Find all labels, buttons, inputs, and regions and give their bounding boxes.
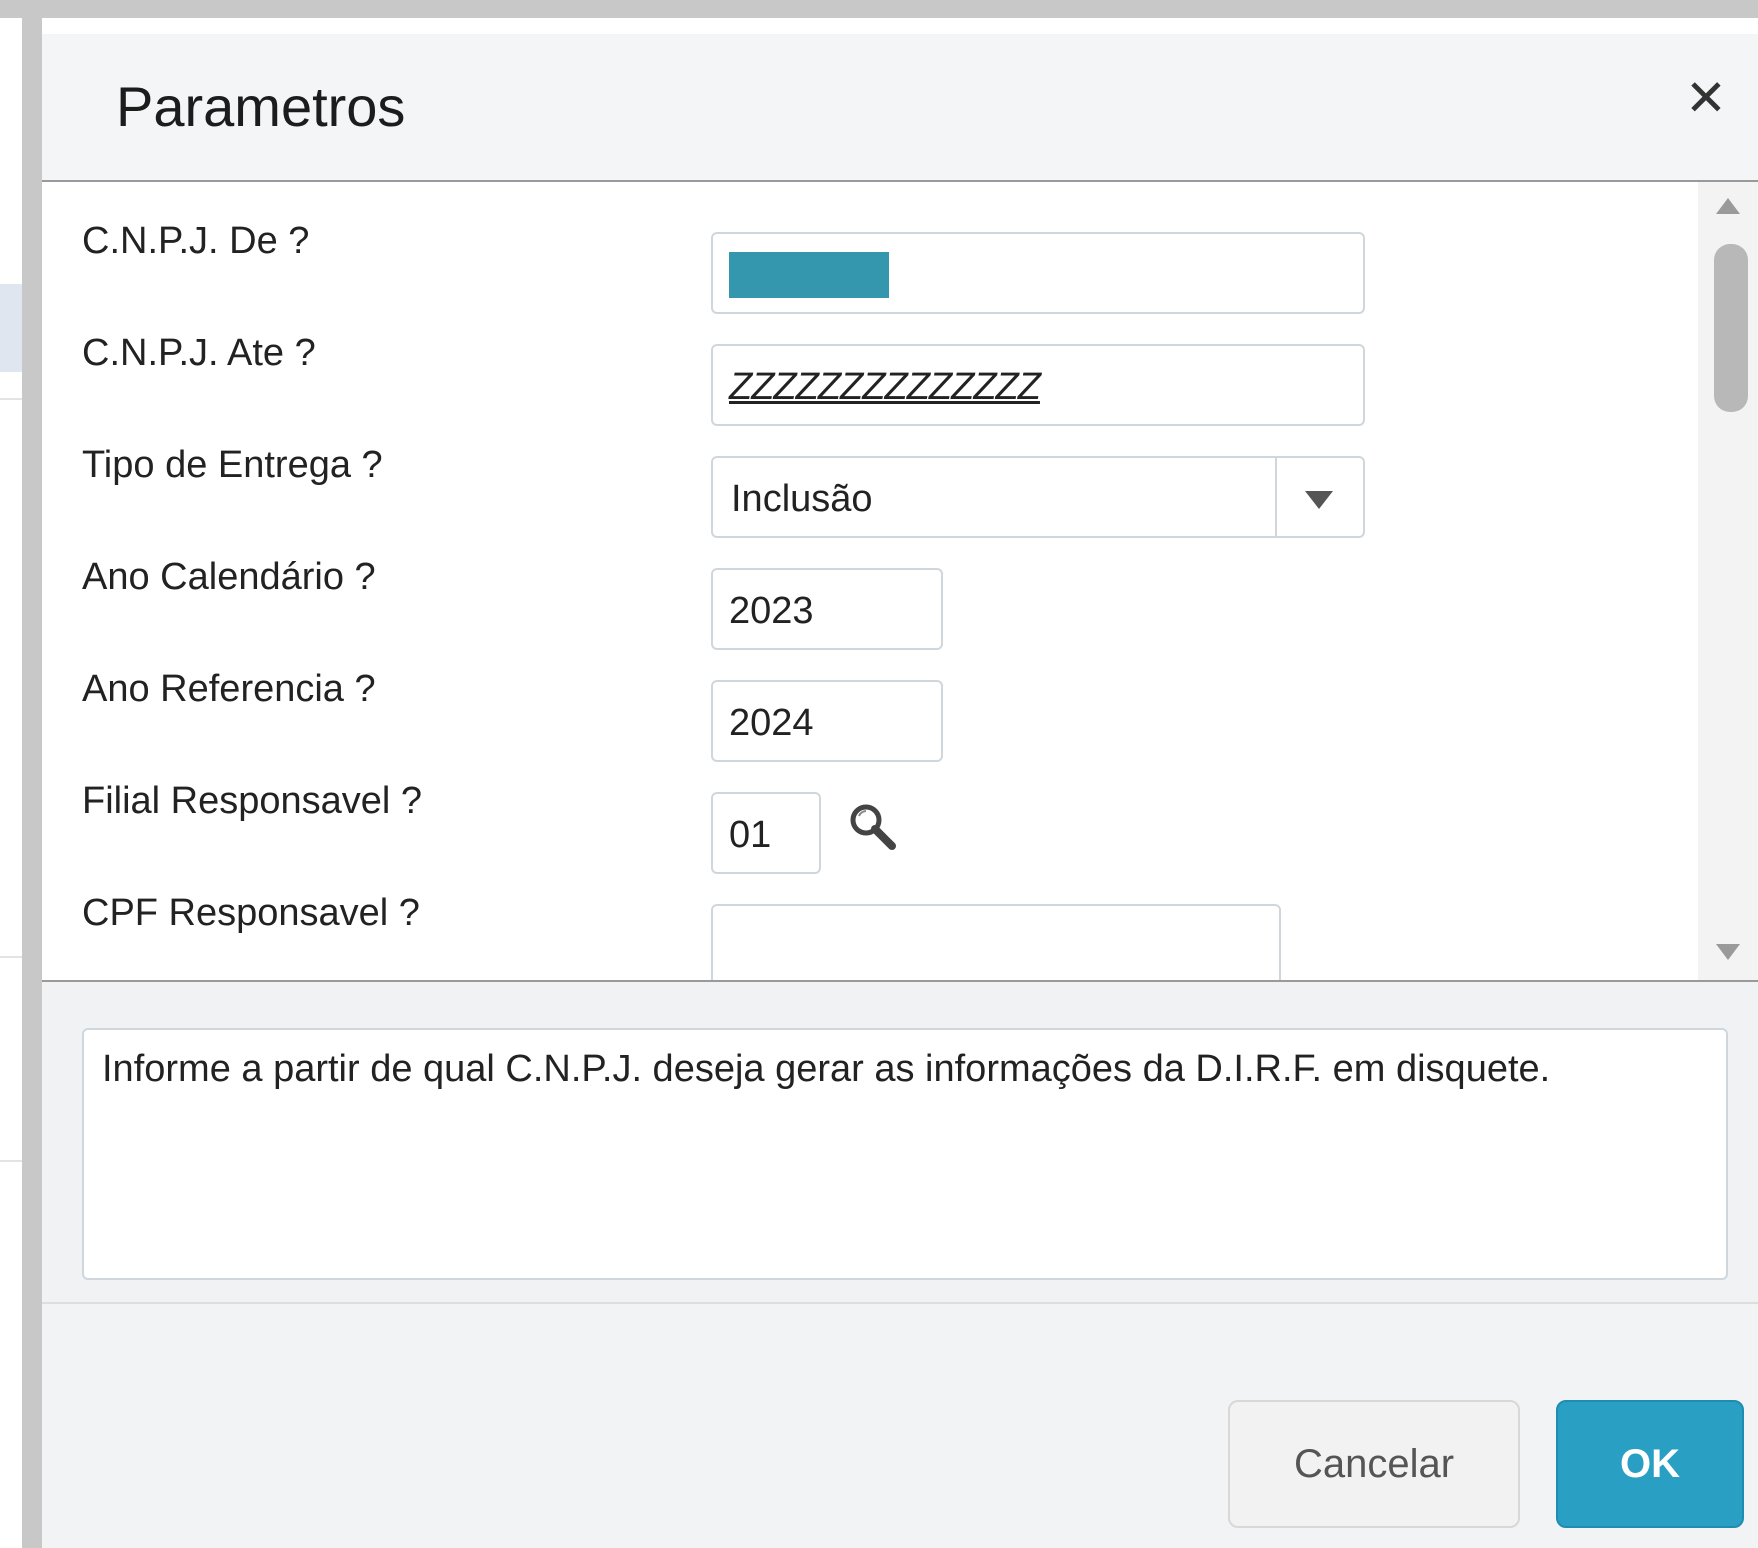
cancel-button[interactable]: Cancelar bbox=[1228, 1400, 1520, 1528]
scrollbar-thumb[interactable] bbox=[1714, 244, 1748, 412]
dialog-footer: Cancelar OK bbox=[42, 1302, 1758, 1548]
param-label: Tipo de Entrega ? bbox=[82, 444, 383, 486]
select-divider bbox=[1275, 458, 1277, 536]
filial-responsavel-input[interactable]: 01 bbox=[711, 792, 821, 874]
dialog-shadow-border bbox=[22, 18, 42, 1548]
param-row-cpf-responsavel: CPF Responsavel ? bbox=[42, 866, 1692, 980]
background-divider bbox=[0, 1160, 22, 1162]
cnpj-ate-input[interactable]: ZZZZZZZZZZZZZZ bbox=[711, 344, 1365, 426]
text-selection-highlight bbox=[729, 252, 889, 298]
parameters-list: C.N.P.J. De ? C.N.P.J. Ate ? ZZZZZZZZZZZ… bbox=[42, 182, 1758, 982]
help-textbox: Informe a partir de qual C.N.P.J. deseja… bbox=[82, 1028, 1728, 1280]
close-icon: ✕ bbox=[1685, 70, 1727, 126]
select-value: Inclusão bbox=[731, 478, 873, 520]
param-row-cnpj-ate: C.N.P.J. Ate ? ZZZZZZZZZZZZZZ bbox=[42, 306, 1692, 432]
dialog-title: Parametros bbox=[116, 75, 406, 138]
ano-calendario-input[interactable]: 2023 bbox=[711, 568, 943, 650]
param-label: Ano Calendário ? bbox=[82, 556, 376, 598]
background-divider bbox=[0, 956, 22, 958]
parametros-dialog: Parametros ✕ C.N.P.J. De ? C.N.P.J. Ate … bbox=[42, 34, 1758, 1548]
background-divider bbox=[0, 398, 22, 400]
help-text: Informe a partir de qual C.N.P.J. deseja… bbox=[102, 1048, 1551, 1090]
background-page bbox=[0, 18, 22, 1548]
close-button[interactable]: ✕ bbox=[1678, 70, 1734, 126]
param-label: Ano Referencia ? bbox=[82, 668, 376, 710]
vertical-scrollbar[interactable] bbox=[1698, 182, 1758, 980]
field-value: 2023 bbox=[729, 590, 814, 632]
param-label: CPF Responsavel ? bbox=[82, 892, 420, 934]
field-value: ZZZZZZZZZZZZZZ bbox=[729, 366, 1041, 408]
scroll-down-arrow-icon[interactable] bbox=[1716, 944, 1740, 960]
chevron-down-icon[interactable] bbox=[1305, 491, 1333, 509]
param-label: C.N.P.J. Ate ? bbox=[82, 332, 316, 374]
param-label: C.N.P.J. De ? bbox=[82, 220, 310, 262]
background-selected-row bbox=[0, 284, 22, 372]
dialog-header: Parametros ✕ bbox=[42, 34, 1758, 182]
ok-button[interactable]: OK bbox=[1556, 1400, 1744, 1528]
ano-referencia-input[interactable]: 2024 bbox=[711, 680, 943, 762]
cpf-responsavel-input[interactable] bbox=[711, 904, 1281, 980]
background-top-strip bbox=[0, 0, 1758, 18]
scroll-up-arrow-icon[interactable] bbox=[1716, 198, 1740, 214]
param-row-tipo-entrega: Tipo de Entrega ? Inclusão bbox=[42, 418, 1692, 544]
field-value: 01 bbox=[729, 814, 772, 856]
param-row-ano-calendario: Ano Calendário ? 2023 bbox=[42, 530, 1692, 656]
field-value: 2024 bbox=[729, 702, 814, 744]
cnpj-de-input[interactable] bbox=[711, 232, 1365, 314]
param-row-filial-responsavel: Filial Responsavel ? 01 bbox=[42, 754, 1692, 880]
param-row-ano-referencia: Ano Referencia ? 2024 bbox=[42, 642, 1692, 768]
search-icon[interactable] bbox=[844, 798, 900, 854]
param-label: Filial Responsavel ? bbox=[82, 780, 423, 822]
param-row-cnpj-de: C.N.P.J. De ? bbox=[42, 194, 1692, 320]
tipo-entrega-select[interactable]: Inclusão bbox=[711, 456, 1365, 538]
screen: Parametros ✕ C.N.P.J. De ? C.N.P.J. Ate … bbox=[0, 0, 1758, 1548]
